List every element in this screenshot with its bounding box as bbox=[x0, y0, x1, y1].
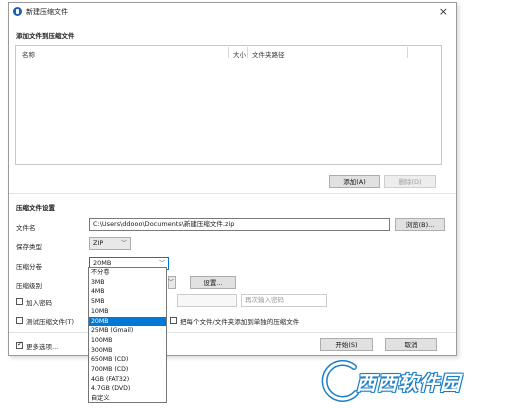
delete-button[interactable]: 删除(D) bbox=[384, 175, 436, 188]
settings-button[interactable]: 设置... bbox=[190, 276, 236, 289]
test-archive-label[interactable]: 测试压缩文件(T) bbox=[26, 316, 74, 326]
password-checkbox[interactable] bbox=[16, 298, 23, 305]
more-options-checkbox[interactable] bbox=[16, 340, 23, 349]
more-options-label[interactable]: 更多选项... bbox=[26, 341, 58, 351]
dropdown-option[interactable]: 700MB (CD) bbox=[89, 365, 166, 375]
reenter-password-input[interactable]: 再次输入密码 bbox=[241, 294, 327, 307]
window-title: 新建压缩文件 bbox=[26, 8, 68, 16]
chevron-down-icon: ﹀ bbox=[120, 240, 127, 247]
dropdown-option[interactable]: 300MB bbox=[89, 346, 166, 356]
archive-settings-section-title: 压缩文件设置 bbox=[16, 204, 55, 212]
cancel-button[interactable]: 取消 bbox=[385, 338, 437, 351]
dropdown-option[interactable]: 不分卷 bbox=[89, 268, 166, 278]
compression-level-label: 压缩级别 bbox=[16, 282, 42, 290]
split-volume-label: 压缩分卷 bbox=[16, 263, 42, 271]
compression-level-select[interactable]: ﹀ bbox=[168, 276, 176, 289]
filename-label: 文件名 bbox=[16, 224, 36, 232]
filename-input[interactable]: C:\Users\ddooo\Documents\新建压缩文件.zip bbox=[89, 218, 390, 231]
dropdown-option[interactable]: 100MB bbox=[89, 336, 166, 346]
add-button[interactable]: 添加(A) bbox=[329, 175, 380, 188]
dropdown-option[interactable]: 10MB bbox=[89, 307, 166, 317]
title-bar: 新建压缩文件 × bbox=[9, 3, 456, 20]
column-separator[interactable] bbox=[228, 47, 229, 58]
watermark-text: 西西软件园 bbox=[356, 371, 461, 395]
dropdown-option[interactable]: 自定义 bbox=[89, 394, 166, 404]
dropdown-option[interactable]: 650MB (CD) bbox=[89, 355, 166, 365]
split-volume-dropdown[interactable]: 不分卷 3MB 4MB 5MB 10MB 20MB 25MB (Gmail) 1… bbox=[88, 267, 167, 403]
new-archive-dialog: 新建压缩文件 × 添加文件到压缩文件 名称 大小 文件夹路径 添加(A) 删除(… bbox=[8, 2, 457, 356]
dropdown-option[interactable]: 4GB (FAT32) bbox=[89, 375, 166, 385]
divider bbox=[9, 332, 456, 333]
add-files-section-title: 添加文件到压缩文件 bbox=[16, 32, 75, 40]
dropdown-option[interactable]: 4MB bbox=[89, 287, 166, 297]
dropdown-option-selected[interactable]: 20MB bbox=[89, 316, 166, 327]
separate-archive-checkbox[interactable] bbox=[170, 317, 177, 324]
split-volume-value: 20MB bbox=[93, 259, 112, 267]
separate-archive-label[interactable]: 把每个文件/文件夹添加到单独的压缩文件 bbox=[180, 316, 299, 326]
dropdown-option[interactable]: 5MB bbox=[89, 297, 166, 307]
column-header-size[interactable]: 大小 bbox=[233, 49, 246, 59]
column-header-folder[interactable]: 文件夹路径 bbox=[252, 49, 285, 59]
close-icon[interactable]: × bbox=[439, 5, 448, 18]
dropdown-option[interactable]: 4.7GB (DVD) bbox=[89, 384, 166, 394]
chevron-down-icon: ﹀ bbox=[167, 279, 174, 286]
browse-button[interactable]: 浏览(B)... bbox=[395, 218, 445, 231]
column-separator[interactable] bbox=[407, 47, 408, 58]
save-type-label: 保存类型 bbox=[16, 243, 42, 251]
dropdown-option[interactable]: 25MB (Gmail) bbox=[89, 326, 166, 336]
save-type-select[interactable]: ZIP ﹀ bbox=[89, 237, 131, 250]
test-archive-checkbox[interactable] bbox=[16, 317, 23, 324]
password-input[interactable] bbox=[177, 294, 237, 307]
dropdown-option[interactable]: 3MB bbox=[89, 278, 166, 288]
column-separator[interactable] bbox=[247, 47, 248, 58]
app-icon bbox=[13, 7, 22, 16]
password-label[interactable]: 加入密码 bbox=[26, 297, 52, 307]
divider bbox=[9, 193, 456, 194]
column-header-name[interactable]: 名称 bbox=[22, 49, 35, 59]
start-button[interactable]: 开始(S) bbox=[320, 338, 373, 351]
file-list[interactable]: 名称 大小 文件夹路径 bbox=[15, 45, 442, 165]
watermark-logo: 西西软件园 bbox=[318, 357, 513, 407]
save-type-value: ZIP bbox=[93, 239, 104, 247]
